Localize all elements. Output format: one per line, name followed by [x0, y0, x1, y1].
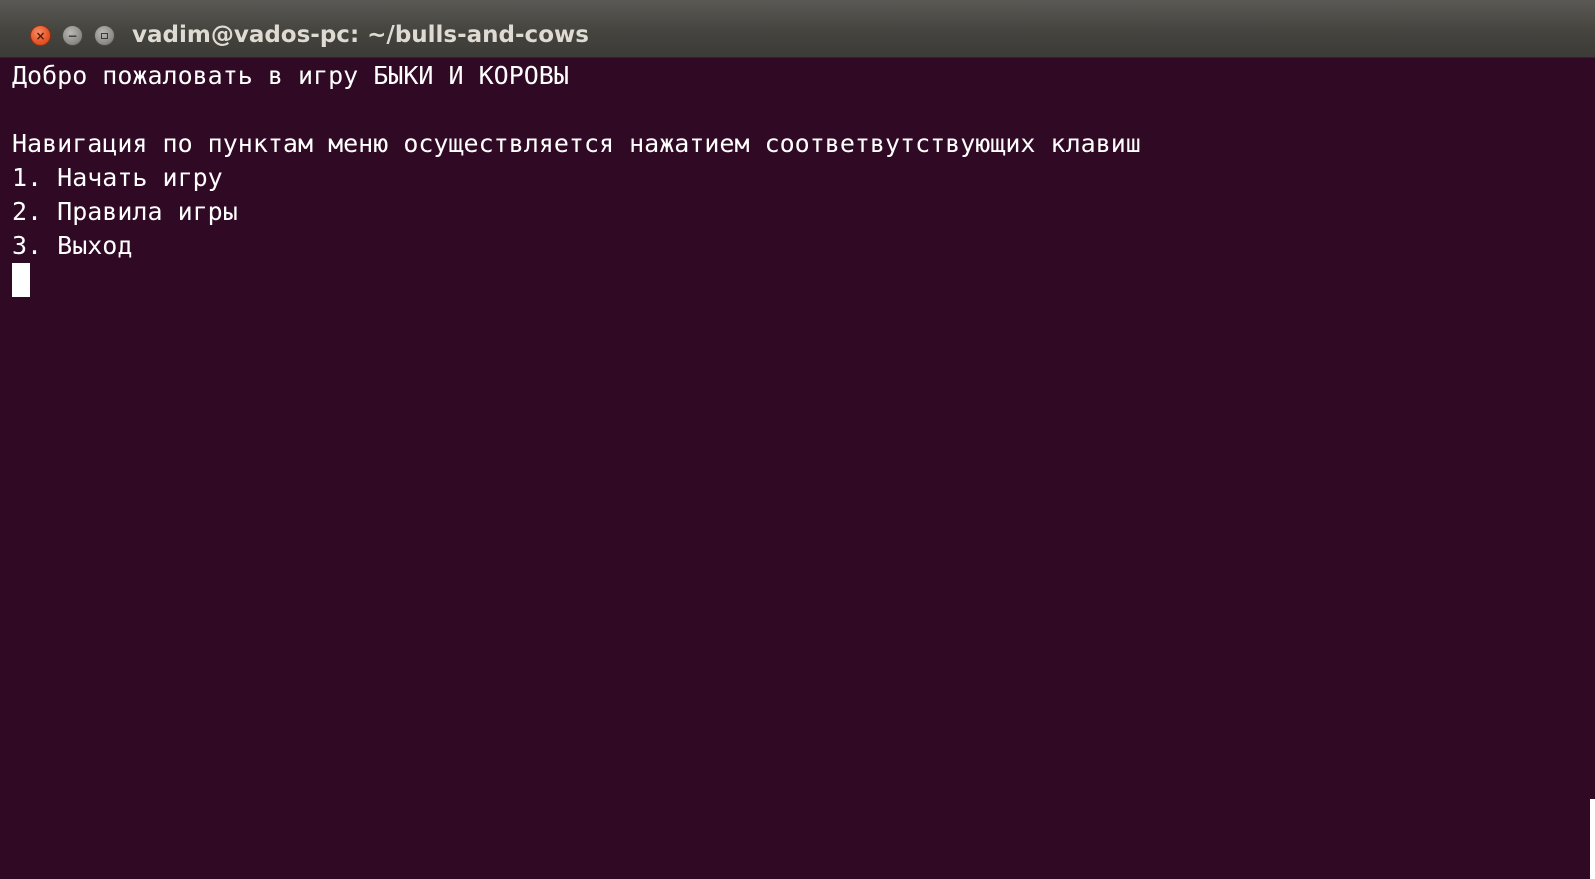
terminal-line-welcome: Добро пожаловать в игру БЫКИ И КОРОВЫ — [12, 61, 569, 90]
window-title: vadim@vados-pc: ~/bulls-and-cows — [132, 22, 589, 48]
menu-item-exit: 3. Выход — [12, 231, 133, 260]
terminal-output[interactable]: Добро пожаловать в игру БЫКИ И КОРОВЫ На… — [0, 58, 1595, 879]
menu-item-start-game: 1. Начать игру — [12, 163, 223, 192]
terminal-line-navigation-hint: Навигация по пунктам меню осуществляется… — [12, 129, 1141, 158]
window-titlebar[interactable]: × − vadim@vados-pc: ~/bulls-and-cows — [0, 0, 1595, 58]
text-cursor — [12, 263, 30, 297]
minimize-icon: − — [67, 28, 78, 43]
close-window-button[interactable]: × — [30, 25, 51, 46]
scrollbar-thumb[interactable] — [1590, 799, 1595, 879]
minimize-window-button[interactable]: − — [62, 25, 83, 46]
maximize-window-button[interactable] — [94, 25, 115, 46]
close-icon: × — [35, 28, 46, 43]
terminal-window: × − vadim@vados-pc: ~/bulls-and-cows Доб… — [0, 0, 1595, 879]
maximize-icon — [101, 32, 108, 39]
menu-item-game-rules: 2. Правила игры — [12, 197, 238, 226]
